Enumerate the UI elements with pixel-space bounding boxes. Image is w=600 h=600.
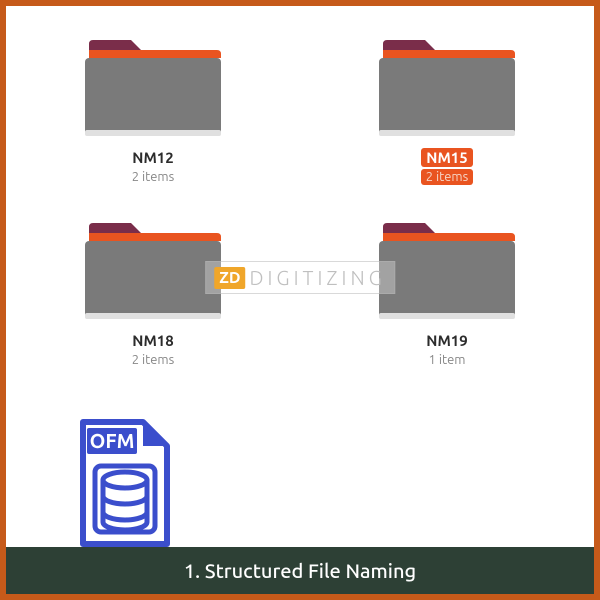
folder-item[interactable]: NM18 2 items [79, 209, 227, 372]
folder-name-label: NM12 [127, 148, 178, 167]
folder-name-label: NM15 [421, 148, 472, 167]
folder-name-label: NM19 [421, 331, 472, 350]
folder-count-label: 2 items [127, 169, 180, 185]
folder-name-label: NM18 [127, 331, 178, 350]
folder-item-selected[interactable]: NM15 2 items [373, 26, 521, 189]
folder-item[interactable]: NM19 1 item [373, 209, 521, 372]
ofm-file-icon: OFM [65, 418, 185, 548]
file-ext-text: OFM [90, 429, 135, 452]
ofm-file-item[interactable]: OFM [61, 414, 189, 556]
folder-icon [83, 30, 223, 140]
caption-text: 1. Structured File Naming [184, 559, 416, 582]
folder-count-label: 2 items [421, 169, 474, 185]
caption-bar: 1. Structured File Naming [6, 547, 594, 594]
folder-item[interactable]: NM12 2 items [79, 26, 227, 189]
file-item-wrapper: OFM [61, 414, 189, 556]
folder-count-label: 1 item [424, 352, 471, 368]
file-grid: NM12 2 items NM15 2 items NM18 2 items [6, 6, 594, 372]
folder-count-label: 2 items [127, 352, 180, 368]
folder-icon [377, 30, 517, 140]
folder-icon [83, 213, 223, 323]
folder-icon [377, 213, 517, 323]
